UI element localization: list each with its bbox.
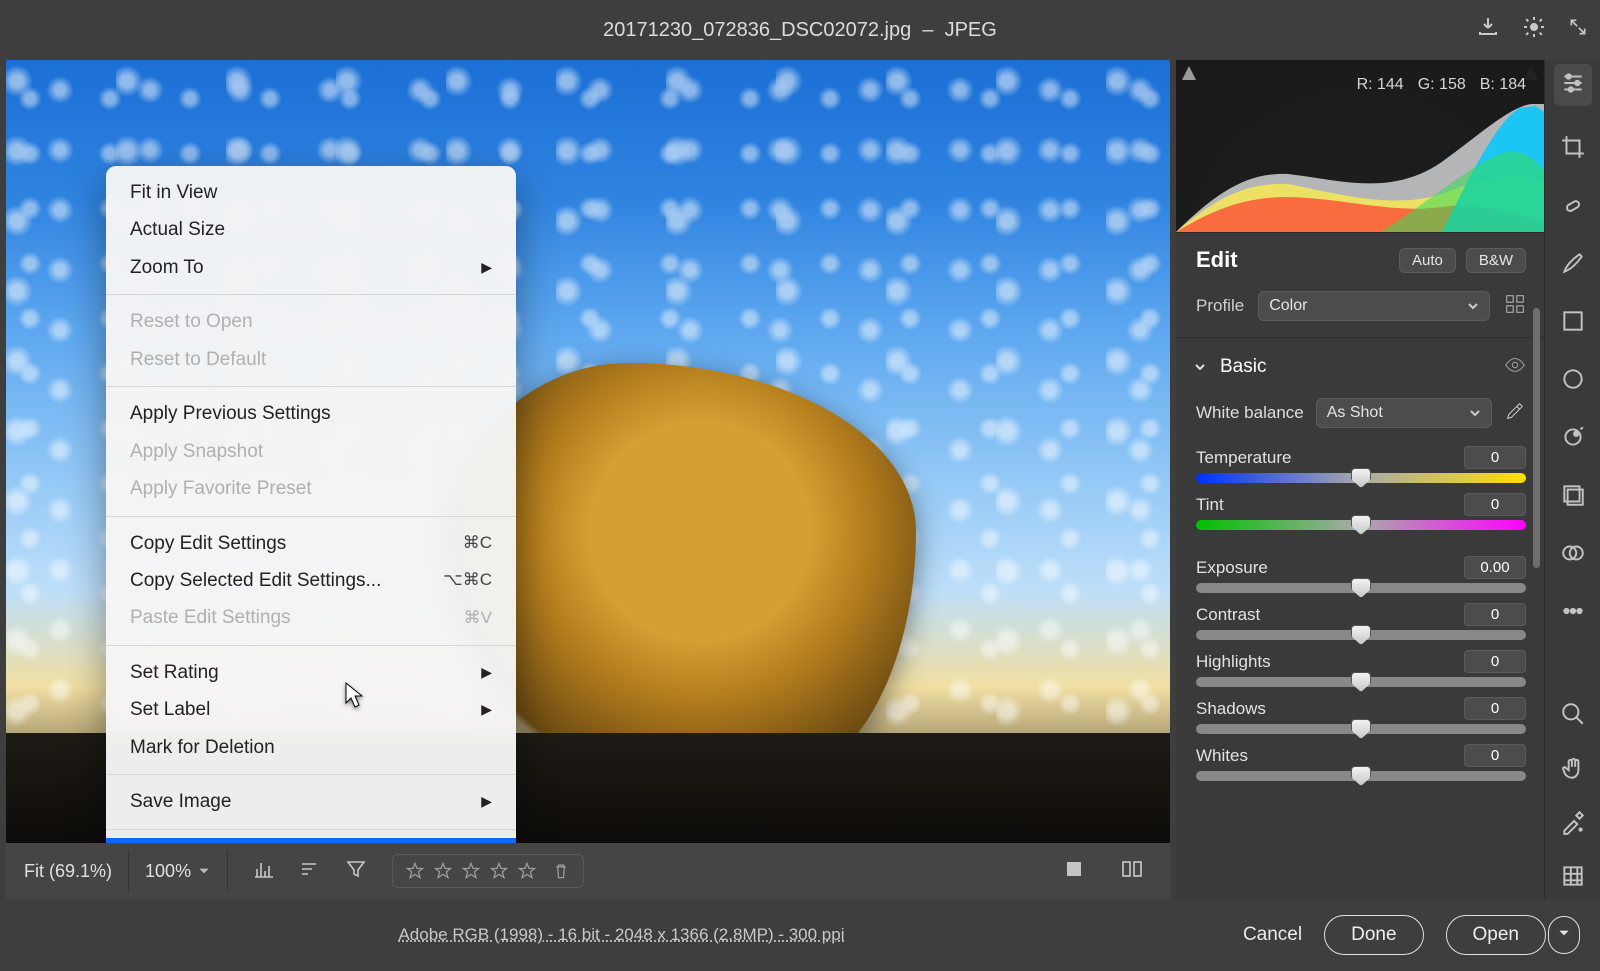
menu-save-image[interactable]: Save Image▶	[106, 783, 516, 820]
trash-icon[interactable]	[551, 861, 571, 881]
star-icon[interactable]	[405, 861, 425, 881]
menu-copy-sel-edit[interactable]: Copy Selected Edit Settings...⌥⌘C	[106, 562, 516, 599]
profile-browser-icon[interactable]	[1504, 293, 1526, 319]
context-menu: Fit in View Actual Size Zoom To▶ Reset t…	[106, 166, 516, 843]
footer: Adobe RGB (1998) - 16 bit - 2048 x 1366 …	[0, 899, 1600, 971]
histogram-b: B: 184	[1480, 76, 1526, 94]
done-button[interactable]: Done	[1324, 915, 1423, 955]
more-icon[interactable]	[1560, 598, 1586, 628]
menu-reset-to-open: Reset to Open	[106, 303, 516, 340]
zoom-fit-label[interactable]: Fit (69.1%)	[24, 861, 112, 882]
panel-scrollbar[interactable]	[1533, 308, 1540, 568]
menu-zoom-to[interactable]: Zoom To▶	[106, 249, 516, 286]
wb-label: White balance	[1196, 403, 1304, 423]
menu-mark-deletion[interactable]: Mark for Deletion	[106, 729, 516, 766]
crop-icon[interactable]	[1560, 134, 1586, 164]
heal-icon[interactable]	[1560, 192, 1586, 222]
menu-fit-in-view[interactable]: Fit in View	[106, 174, 516, 211]
tool-strip	[1544, 60, 1600, 899]
canvas-column: Fit in View Actual Size Zoom To▶ Reset t…	[0, 60, 1176, 899]
menu-actual-size[interactable]: Actual Size	[106, 211, 516, 248]
exposure-control[interactable]: Exposure0.00	[1176, 552, 1544, 599]
square-icon[interactable]	[1054, 853, 1094, 889]
linear-gradient-icon[interactable]	[1560, 308, 1586, 338]
grid-tool-icon[interactable]	[1560, 863, 1586, 893]
basic-section-toggle[interactable]: Basic	[1192, 356, 1266, 378]
edit-title: Edit	[1196, 247, 1238, 273]
contrast-control[interactable]: Contrast0	[1176, 599, 1544, 646]
cancel-button[interactable]: Cancel	[1243, 924, 1302, 946]
compare-icon[interactable]	[1112, 853, 1152, 889]
menu-apply-previous[interactable]: Apply Previous Settings	[106, 395, 516, 432]
menu-apply-snapshot: Apply Snapshot	[106, 433, 516, 470]
gear-icon[interactable]	[1522, 15, 1546, 45]
app-window: 20171230_072836_DSC02072.jpg – JPEG Fit …	[0, 0, 1600, 971]
main-area: Fit in View Actual Size Zoom To▶ Reset t…	[0, 60, 1600, 899]
image-preview[interactable]: Fit in View Actual Size Zoom To▶ Reset t…	[6, 60, 1170, 843]
menu-set-label[interactable]: Set Label▶	[106, 691, 516, 728]
fullscreen-icon[interactable]	[1568, 17, 1588, 43]
rating-bar[interactable]	[392, 854, 584, 888]
window-title: 20171230_072836_DSC02072.jpg – JPEG	[0, 19, 1600, 42]
radial-gradient-icon[interactable]	[1560, 366, 1586, 396]
open-dropdown[interactable]	[1548, 916, 1580, 954]
snapshot-icon[interactable]	[1560, 540, 1586, 570]
star-icon[interactable]	[461, 861, 481, 881]
bottom-toolbar: Fit (69.1%) 100%	[6, 843, 1170, 899]
filter-icon[interactable]	[336, 853, 376, 889]
shadows-control[interactable]: Shadows0	[1176, 693, 1544, 740]
download-icon[interactable]	[1476, 15, 1500, 45]
menu-paste-edit: Paste Edit Settings⌘V	[106, 599, 516, 636]
visibility-icon[interactable]	[1504, 354, 1526, 380]
star-icon[interactable]	[433, 861, 453, 881]
titlebar: 20171230_072836_DSC02072.jpg – JPEG	[0, 0, 1600, 60]
bw-button[interactable]: B&W	[1466, 248, 1526, 273]
image-metadata[interactable]: Adobe RGB (1998) - 16 bit - 2048 x 1366 …	[0, 925, 1243, 945]
menu-set-rating[interactable]: Set Rating▶	[106, 654, 516, 691]
hand-tool-icon[interactable]	[1560, 755, 1586, 785]
sort-icon[interactable]	[290, 853, 330, 889]
brush-icon[interactable]	[1560, 250, 1586, 280]
temperature-control[interactable]: Temperature0	[1176, 442, 1544, 489]
whites-control[interactable]: Whites0	[1176, 740, 1544, 787]
tint-control[interactable]: Tint0	[1176, 489, 1544, 536]
wb-dropdown[interactable]: As Shot	[1316, 398, 1492, 428]
color-sample-icon[interactable]	[1560, 809, 1586, 839]
eyedropper-icon[interactable]	[1504, 400, 1526, 426]
histogram-r: R: 144	[1357, 76, 1404, 94]
star-icon[interactable]	[517, 861, 537, 881]
edit-panel: R: 144 G: 158 B: 184 Edit	[1176, 60, 1544, 899]
auto-button[interactable]: Auto	[1399, 248, 1456, 273]
presets-icon[interactable]	[1560, 482, 1586, 512]
menu-reset-to-default: Reset to Default	[106, 341, 516, 378]
shadow-clip-icon[interactable]	[1180, 64, 1198, 82]
profile-dropdown[interactable]: Color	[1258, 291, 1490, 321]
histogram-toggle-icon[interactable]	[244, 853, 284, 889]
zoom-dropdown[interactable]: 100%	[145, 861, 211, 882]
sliders-icon[interactable]	[1554, 64, 1592, 106]
highlights-control[interactable]: Highlights0	[1176, 646, 1544, 693]
zoom-tool-icon[interactable]	[1560, 701, 1586, 731]
histogram-g: G: 158	[1418, 76, 1466, 94]
histogram[interactable]: R: 144 G: 158 B: 184	[1176, 60, 1544, 233]
menu-copy-edit[interactable]: Copy Edit Settings⌘C	[106, 525, 516, 562]
star-icon[interactable]	[489, 861, 509, 881]
profile-label: Profile	[1196, 296, 1244, 316]
open-button[interactable]: Open	[1446, 915, 1546, 955]
redeye-icon[interactable]	[1560, 424, 1586, 454]
menu-apply-fav-preset: Apply Favorite Preset	[106, 470, 516, 507]
